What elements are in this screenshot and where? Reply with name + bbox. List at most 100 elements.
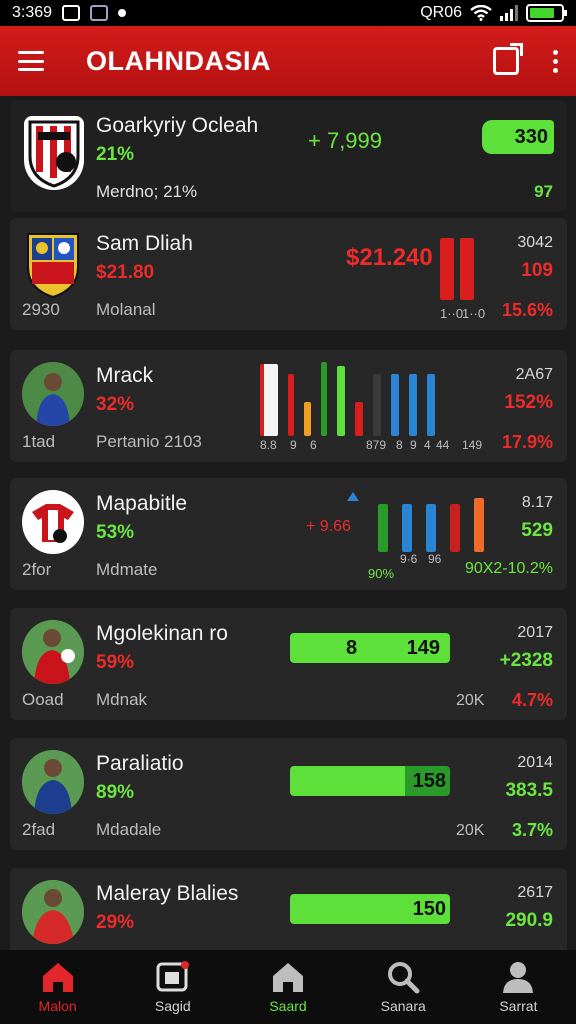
bar-label: 9	[290, 438, 297, 452]
home-icon	[273, 963, 303, 992]
bar-label: 879	[366, 438, 387, 452]
team-name: Paraliatio	[96, 752, 184, 775]
change-value: $21.240	[346, 244, 433, 271]
nav-home-label: Malon	[38, 998, 77, 1014]
chart-bar	[450, 504, 460, 552]
nav-share[interactable]: Sagid	[115, 950, 230, 1024]
bar-label: 1··0	[440, 306, 464, 321]
right-bottom-value: 3.7%	[511, 820, 553, 840]
right-year: 8.17	[521, 494, 553, 511]
right-year: 3042	[517, 234, 553, 251]
score-pill: 158	[290, 766, 450, 796]
score-pill: 330	[482, 120, 554, 154]
team-meta: Mdmate	[96, 560, 158, 579]
score-pill-value: 149	[406, 636, 440, 659]
team-meta: Molanal	[96, 300, 156, 319]
share-icon[interactable]	[493, 43, 523, 75]
right-bottom-value: 15.6%	[501, 300, 553, 320]
team-percent: 53%	[96, 522, 135, 543]
right-year: 2A67	[515, 366, 553, 383]
team-name: Sam Dliah	[96, 232, 193, 255]
team-rank: 2fad	[22, 820, 56, 839]
score-pill-left: 8	[346, 636, 358, 659]
bar-label: 4	[424, 438, 431, 452]
score-pill-value: 158	[412, 769, 446, 792]
mid-bottom-value: 20K	[456, 692, 485, 709]
network-label: QR06	[420, 4, 462, 21]
bottom-nav: Malon Sagid Saard Sanara Sarrat	[0, 950, 576, 1024]
chart-bar	[426, 504, 436, 552]
nav-home[interactable]: Malon	[0, 950, 115, 1024]
chart-bar	[373, 374, 381, 436]
team-name: Mgolekinan ro	[96, 622, 228, 645]
dot-icon	[118, 9, 127, 17]
share-box-icon	[156, 961, 189, 992]
photo-icon	[90, 5, 109, 21]
bar-group	[440, 236, 474, 300]
menu-icon[interactable]	[18, 51, 44, 71]
list-item[interactable]: Mgolekinan ro 59% Ooad Mdnak 8 149 20K 2…	[10, 608, 567, 720]
chart-bar	[427, 374, 435, 436]
chart-bar	[460, 238, 474, 300]
team-crest-icon	[22, 490, 84, 554]
search-icon	[388, 962, 420, 994]
bar-label: 96	[428, 552, 442, 566]
player-avatar	[22, 880, 84, 944]
nav-search[interactable]: Sanara	[346, 950, 461, 1024]
wifi-icon	[470, 5, 492, 21]
right-value: 152%	[504, 392, 553, 413]
nav-share-label: Sagid	[154, 998, 191, 1014]
nav-standings[interactable]: Saard	[230, 950, 345, 1024]
battery-icon	[526, 4, 567, 22]
chart-bar	[402, 504, 412, 552]
nav-profile-label: Sarrat	[499, 998, 538, 1014]
player-avatar	[22, 362, 84, 426]
list-item[interactable]: Paraliatio 89% 2fad Mdadale 158 20K 2014…	[10, 738, 567, 850]
chart-bar	[474, 498, 484, 552]
bar-label: 8.8	[260, 438, 277, 452]
notification-icon	[62, 5, 81, 21]
list-item[interactable]: Goarkyriy Ocleah 21% Merdno; 21% + 7,999…	[10, 100, 567, 212]
home-icon	[42, 963, 73, 992]
right-value: 383.5	[505, 780, 553, 801]
bar-label: 1··0	[462, 306, 486, 321]
team-list: Goarkyriy Ocleah 21% Merdno; 21% + 7,999…	[0, 96, 576, 950]
list-item[interactable]: Mrack 32% 1tad Pertanio 2103 8.8 9 6 879…	[10, 350, 567, 462]
change-value: + 9.66	[306, 518, 351, 535]
chart-bar	[378, 504, 388, 552]
score-pill: 8 149	[290, 633, 450, 663]
bar-label: 9	[410, 438, 417, 452]
more-vert-icon[interactable]	[553, 49, 558, 73]
right-year: 2617	[517, 884, 553, 901]
list-item[interactable]: Maleray Blalies 29% 150 2617 290.9	[10, 868, 567, 950]
team-name: Goarkyriy Ocleah	[96, 114, 259, 137]
team-percent: 29%	[96, 912, 135, 933]
app-title: OLAHNDASIA	[86, 45, 271, 76]
team-percent: 59%	[96, 652, 135, 673]
right-bottom-value: 90X2-10.2%	[464, 560, 553, 577]
bar-group	[260, 360, 435, 436]
list-item[interactable]: Mapabitle 53% 2for Mdmate + 9.66 90% 9·6…	[10, 478, 567, 590]
chart-bar	[355, 402, 363, 436]
chart-bar	[304, 402, 311, 436]
change-value: + 7,999	[308, 128, 383, 153]
right-value: +2328	[499, 650, 553, 671]
team-name: Mrack	[96, 364, 154, 387]
nav-profile[interactable]: Sarrat	[461, 950, 576, 1024]
list-item[interactable]: Sam Dliah $21.80 2930 Molanal $21.240 1·…	[10, 218, 567, 330]
team-rank: 2for	[22, 560, 52, 579]
right-bottom-value: 17.9%	[501, 432, 553, 452]
score-pill-value: 150	[412, 897, 446, 920]
chart-bar	[321, 362, 327, 436]
team-crest-icon	[24, 230, 82, 300]
team-name: Maleray Blalies	[96, 882, 239, 905]
team-percent: $21.80	[96, 262, 155, 283]
team-percent: 89%	[96, 782, 135, 803]
status-time: 3:369	[12, 4, 53, 21]
score-pill: 150	[290, 894, 450, 924]
chart-bar	[337, 366, 345, 436]
bar-label: 90%	[368, 566, 395, 581]
team-percent: 32%	[96, 394, 135, 415]
player-avatar	[22, 750, 84, 814]
team-rank: 2930	[22, 300, 60, 319]
